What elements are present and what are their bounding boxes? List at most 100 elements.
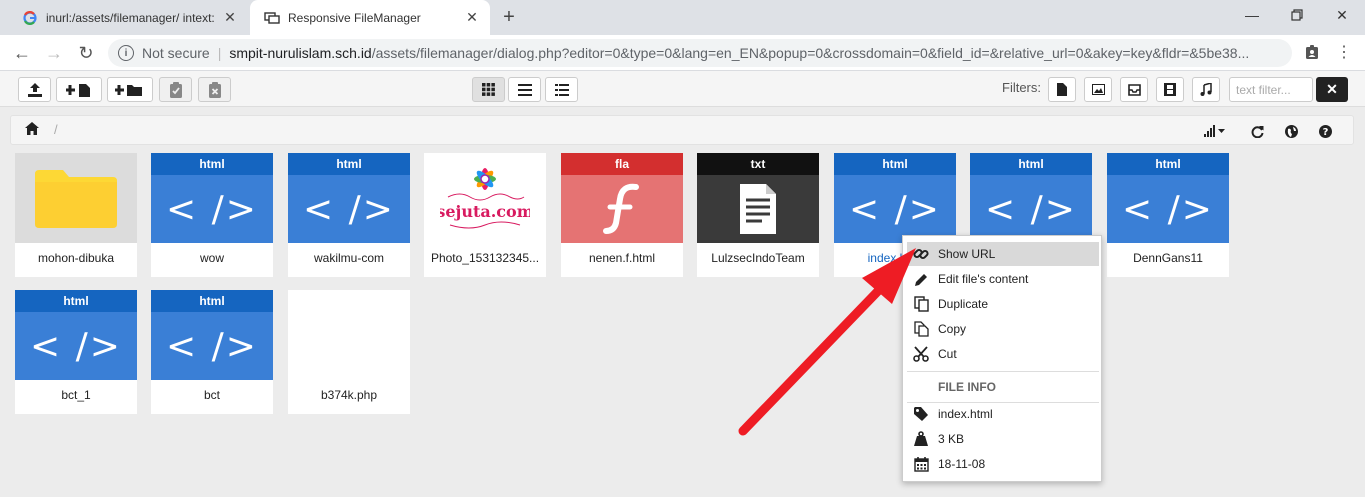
file-name: nenen.f.html bbox=[588, 251, 656, 265]
browser-tab-search[interactable]: inurl:/assets/filemanager/ intext: ✕ bbox=[8, 0, 248, 35]
filter-files-button[interactable] bbox=[1048, 77, 1076, 102]
filter-archives-button[interactable] bbox=[1120, 77, 1148, 102]
google-g-icon bbox=[22, 10, 38, 26]
file-name: DennGans11 bbox=[1133, 251, 1203, 265]
view-boxes-button[interactable] bbox=[472, 77, 505, 102]
file-item[interactable]: html < /> bct_1 bbox=[15, 290, 137, 414]
file-item[interactable]: html < /> bct bbox=[151, 290, 273, 414]
maximize-button[interactable] bbox=[1277, 4, 1317, 26]
new-tab-button[interactable]: + bbox=[498, 6, 520, 28]
columns-list-icon bbox=[554, 83, 569, 96]
menu-item-label: Edit file's content bbox=[938, 272, 1029, 286]
text-document-icon bbox=[697, 175, 819, 243]
file-ext-badge: html bbox=[15, 290, 137, 312]
browser-tab-strip: inurl:/assets/filemanager/ intext: ✕ Res… bbox=[0, 0, 1365, 35]
image-thumbnail: sejuta.com bbox=[424, 153, 546, 243]
filter-images-button[interactable] bbox=[1084, 77, 1112, 102]
paste-button[interactable] bbox=[159, 77, 192, 102]
breadcrumb-separator: / bbox=[54, 122, 58, 137]
help-icon[interactable]: ? bbox=[1316, 122, 1334, 140]
archive-icon bbox=[1127, 83, 1141, 96]
pencil-icon bbox=[911, 270, 931, 288]
clipboard-x-icon bbox=[208, 81, 221, 98]
address-bar[interactable]: i Not secure | smpit-nurulislam.sch.id /… bbox=[108, 39, 1292, 67]
code-icon: < /> bbox=[970, 175, 1092, 243]
info-icon[interactable]: i bbox=[118, 45, 134, 61]
show-url-menu-item[interactable]: Show URL bbox=[907, 242, 1099, 266]
filter-music-button[interactable] bbox=[1192, 77, 1220, 102]
clear-filter-button[interactable]: ✕ bbox=[1316, 77, 1348, 102]
duplicate-menu-item[interactable]: Duplicate bbox=[907, 292, 1099, 316]
close-tab-icon[interactable]: ✕ bbox=[464, 9, 480, 26]
file-ext-badge: html bbox=[288, 153, 410, 175]
address-path: /assets/filemanager/dialog.php?editor=0&… bbox=[371, 45, 1250, 61]
tab-title: Responsive FileManager bbox=[288, 10, 421, 25]
text-filter-input[interactable] bbox=[1229, 77, 1313, 102]
file-info-label: 18-11-08 bbox=[938, 457, 986, 471]
home-icon[interactable] bbox=[25, 122, 41, 138]
file-info-header: FILE INFO bbox=[938, 380, 996, 394]
file-ext-badge: fla bbox=[561, 153, 683, 175]
file-item[interactable]: html < /> wakilmu-com bbox=[288, 153, 410, 277]
calendar-icon bbox=[911, 455, 931, 473]
file-item[interactable]: b374k.php bbox=[288, 290, 410, 414]
file-name: LulzsecIndoTeam bbox=[711, 251, 805, 265]
upload-button[interactable] bbox=[18, 77, 51, 102]
new-file-button[interactable] bbox=[56, 77, 102, 102]
profile-badge-icon[interactable] bbox=[1301, 41, 1323, 63]
file-info-label: index.html bbox=[938, 407, 993, 421]
duplicate-icon bbox=[911, 295, 931, 313]
new-file-icon bbox=[66, 83, 90, 97]
folder-item[interactable]: mohon-dibuka bbox=[15, 153, 137, 277]
clipboard-check-icon bbox=[169, 81, 182, 98]
refresh-icon[interactable] bbox=[1248, 122, 1266, 140]
new-folder-icon bbox=[115, 84, 142, 96]
menu-item-label: Cut bbox=[938, 347, 957, 361]
tab-title: inurl:/assets/filemanager/ intext: bbox=[46, 10, 215, 25]
filemanager-toolbar: Filters: ✕ bbox=[0, 71, 1365, 107]
clear-clipboard-button[interactable] bbox=[198, 77, 231, 102]
file-name: b374k.php bbox=[320, 388, 378, 402]
file-name: wow bbox=[199, 251, 224, 265]
sort-dropdown-icon[interactable] bbox=[1201, 122, 1229, 140]
file-ext-badge: html bbox=[834, 153, 956, 175]
copy-menu-item[interactable]: Copy bbox=[907, 317, 1099, 341]
tag-icon bbox=[911, 405, 931, 423]
reload-icon[interactable]: ↻ bbox=[74, 41, 98, 65]
list-icon bbox=[517, 83, 532, 96]
flash-icon bbox=[561, 175, 683, 243]
edit-content-menu-item[interactable]: Edit file's content bbox=[907, 267, 1099, 291]
close-window-button[interactable]: ✕ bbox=[1322, 4, 1362, 26]
code-icon: < /> bbox=[15, 312, 137, 380]
weight-icon bbox=[911, 430, 931, 448]
file-info-label: 3 KB bbox=[938, 432, 965, 446]
view-list-button[interactable] bbox=[508, 77, 541, 102]
browser-tab-filemanager[interactable]: Responsive FileManager ✕ bbox=[250, 0, 490, 35]
file-item[interactable]: html < /> wow bbox=[151, 153, 273, 277]
copy-icon bbox=[911, 320, 931, 338]
address-separator: | bbox=[217, 45, 222, 61]
code-icon: < /> bbox=[1107, 175, 1229, 243]
more-menu-icon[interactable]: ⋮ bbox=[1333, 41, 1355, 63]
file-item[interactable]: sejuta.com Photo_153132345... bbox=[424, 153, 546, 277]
forward-arrow-icon[interactable]: → bbox=[42, 41, 66, 65]
grid-icon bbox=[482, 83, 495, 96]
back-arrow-icon[interactable]: ← bbox=[10, 41, 34, 65]
file-item[interactable]: html < /> DennGans11 bbox=[1107, 153, 1229, 277]
folder-icon bbox=[35, 170, 117, 228]
cut-menu-item[interactable]: Cut bbox=[907, 342, 1099, 366]
link-icon bbox=[911, 245, 931, 263]
file-item[interactable]: fla nenen.f.html bbox=[561, 153, 683, 277]
music-icon bbox=[1200, 83, 1212, 96]
code-icon: < /> bbox=[151, 175, 273, 243]
close-tab-icon[interactable]: ✕ bbox=[222, 9, 238, 26]
file-name: wakilmu-com bbox=[313, 251, 384, 265]
file-item[interactable]: txt LulzsecIndoTeam bbox=[697, 153, 819, 277]
view-columns-button[interactable] bbox=[545, 77, 578, 102]
logo-text: sejuta.com bbox=[440, 202, 530, 221]
filter-video-button[interactable] bbox=[1156, 77, 1184, 102]
new-folder-button[interactable] bbox=[107, 77, 153, 102]
globe-icon[interactable] bbox=[1282, 122, 1300, 140]
context-menu: Show URL Edit file's content Duplicate C… bbox=[902, 235, 1102, 482]
minimize-button[interactable]: — bbox=[1232, 4, 1272, 26]
